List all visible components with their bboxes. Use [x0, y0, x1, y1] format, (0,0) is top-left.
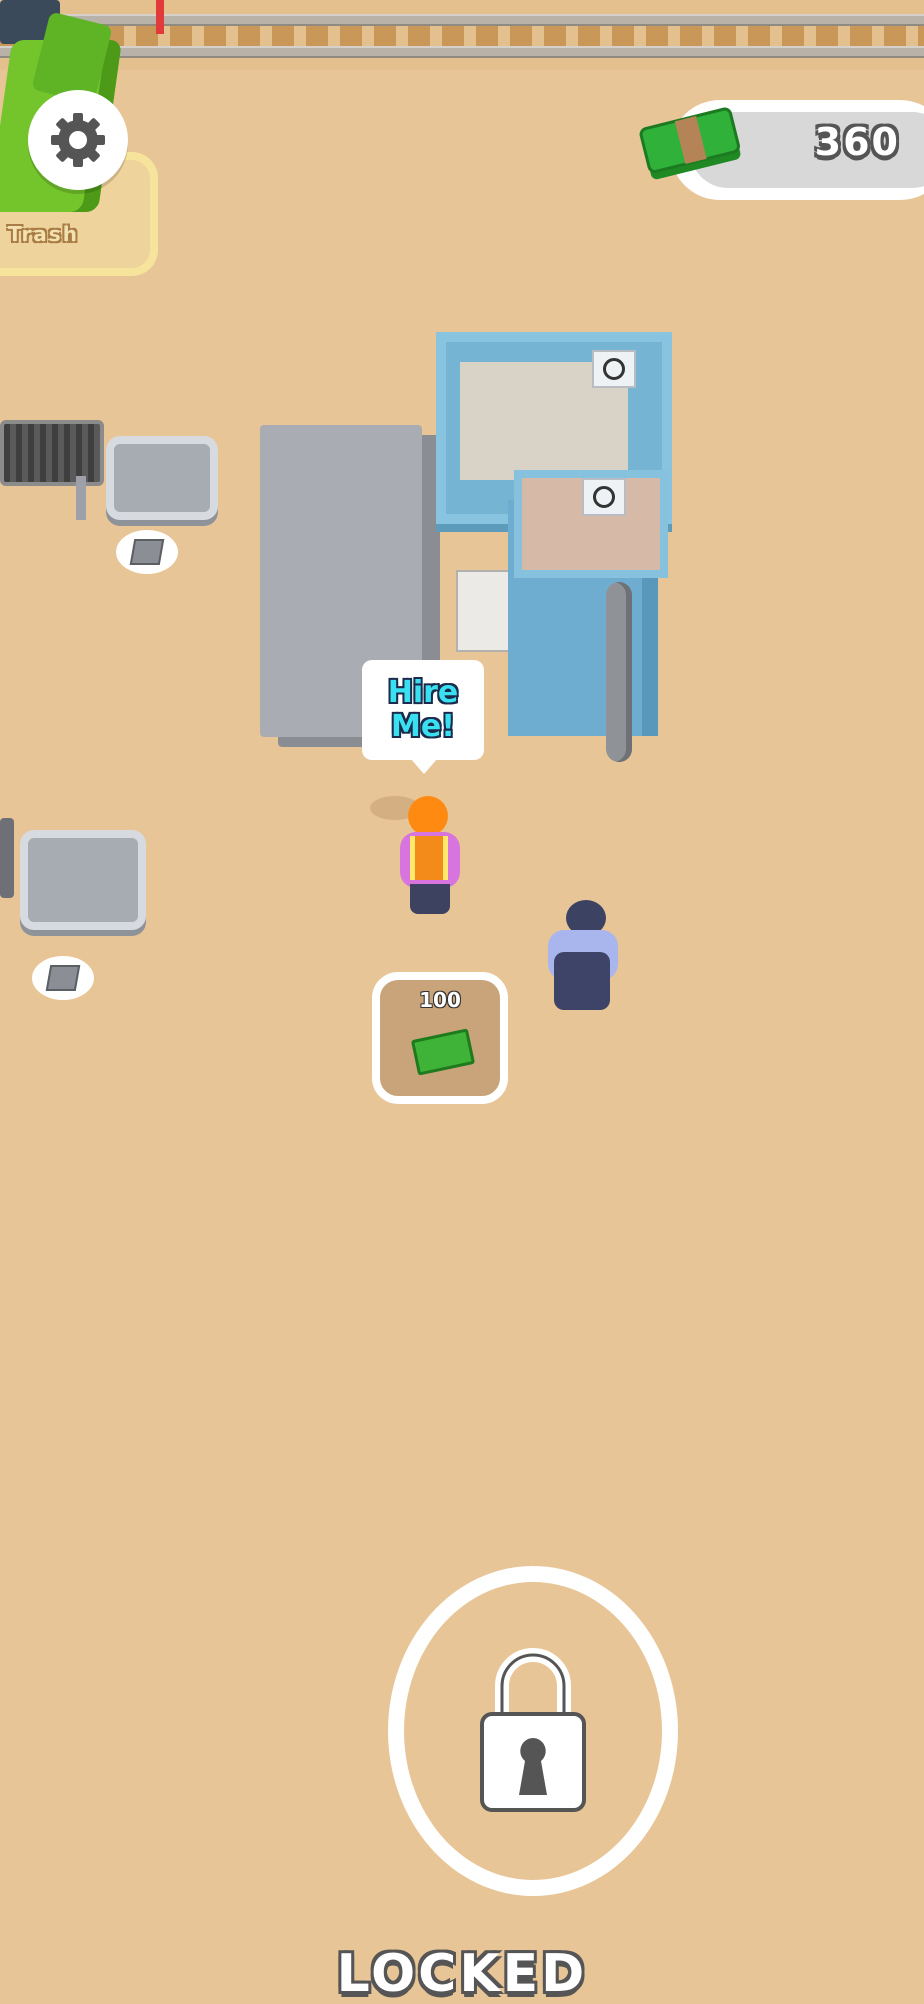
hire-speech-text: Hire Me! [387, 675, 459, 744]
hard-hat [408, 796, 448, 836]
input-tray[interactable] [20, 830, 146, 930]
railway-track [0, 0, 924, 70]
gear-icon [51, 113, 105, 167]
cash-icon [410, 1028, 476, 1076]
output-tray[interactable] [106, 436, 218, 520]
conveyor-edge [0, 818, 14, 898]
trash-label: Trash [8, 222, 79, 246]
box-icon [129, 539, 165, 565]
padlock-icon [480, 1648, 586, 1812]
exhaust-pipe [606, 582, 632, 762]
hireable-worker[interactable] [370, 796, 468, 920]
safety-vest [410, 836, 448, 880]
speech-bubble-tail [410, 758, 438, 774]
settings-button[interactable] [28, 90, 128, 190]
cash-stack-icon [639, 107, 741, 180]
box-slot-badge [32, 956, 94, 1000]
processing-machine-front [508, 470, 668, 736]
conveyor-belt [0, 420, 104, 486]
fan-icon [592, 350, 636, 388]
player-character [544, 900, 624, 1016]
hire-cost: 100 [419, 988, 461, 1012]
worker-legs [410, 884, 450, 914]
box-slot-badge [116, 530, 178, 574]
locked-label: LOCKED [336, 1944, 588, 2004]
player-overalls [554, 952, 610, 1010]
hire-pad[interactable]: 100 [372, 972, 508, 1104]
machine-feeder [456, 570, 510, 652]
fan-icon [582, 478, 626, 516]
box-icon [45, 965, 81, 991]
conveyor-leg [76, 476, 86, 520]
signal-marker [156, 0, 164, 34]
hire-speech-bubble: Hire Me! [362, 660, 484, 760]
money-value: 360 [814, 120, 900, 164]
